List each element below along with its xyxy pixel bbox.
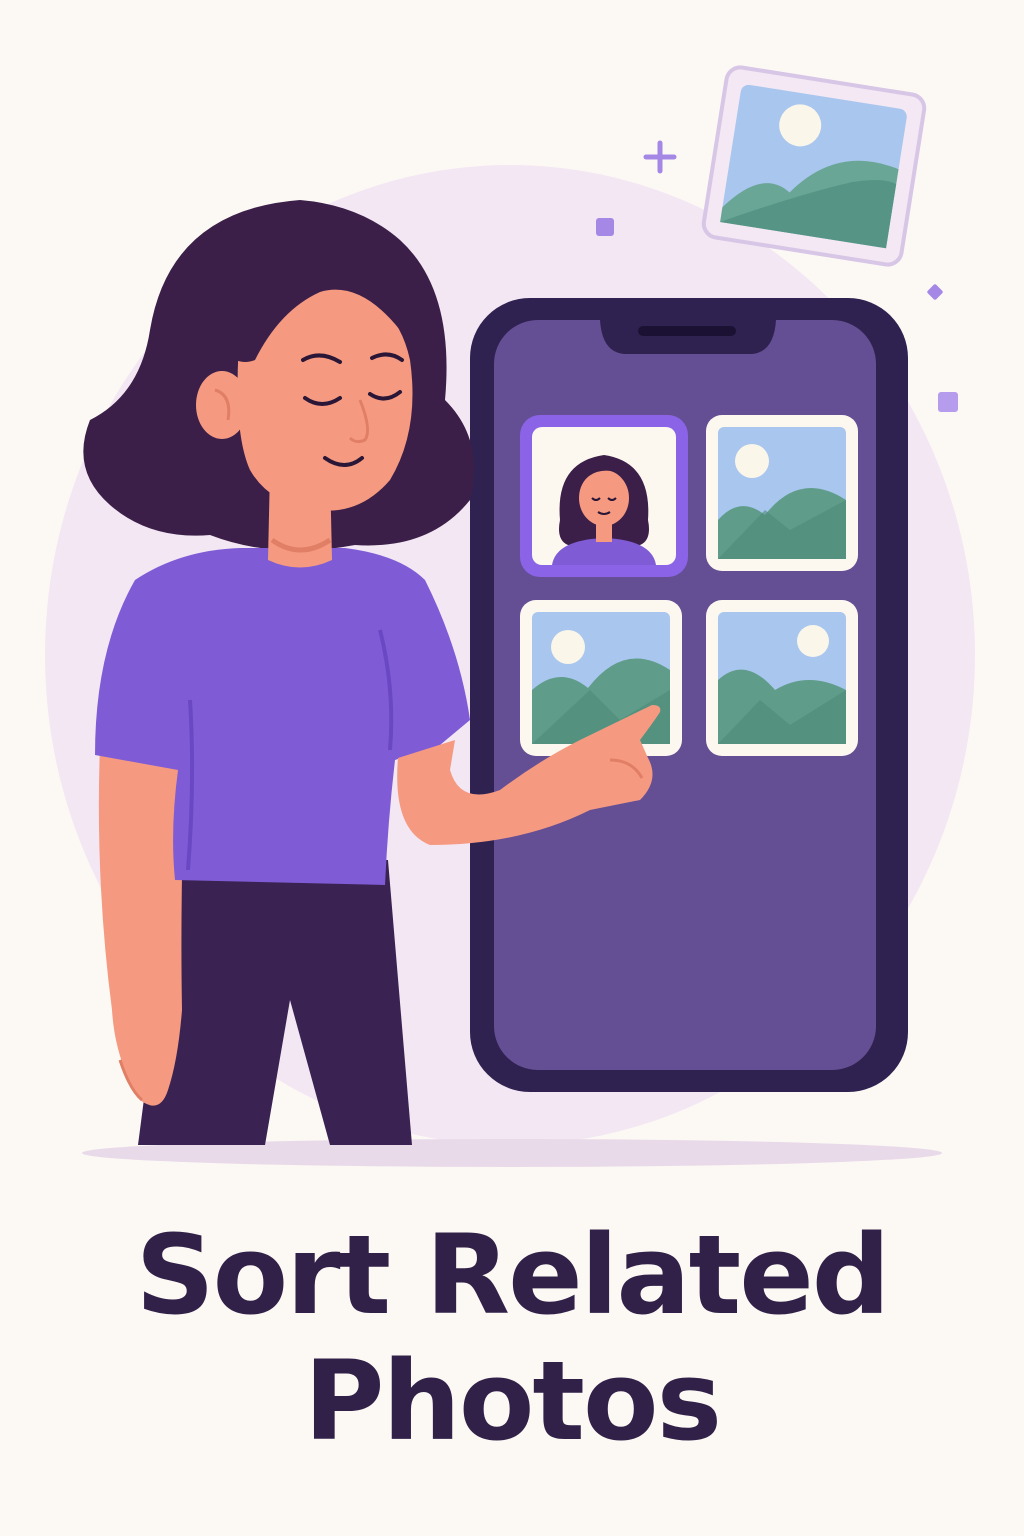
phone-notch — [600, 320, 776, 354]
phone-speaker — [638, 326, 736, 336]
page-title: Sort Related Photos — [0, 1212, 1024, 1464]
left-arm — [98, 745, 185, 1106]
sparkle-plus-icon — [643, 140, 677, 174]
page-title-line-1: Sort Related — [135, 1211, 890, 1339]
photo-thumbnail-icon — [735, 444, 769, 478]
photo-grid-item-selected[interactable] — [520, 415, 688, 577]
page-title-line-2: Photos — [303, 1337, 722, 1465]
photo-thumbnail-icon — [551, 630, 585, 664]
photo-grid-item[interactable] — [706, 600, 858, 756]
photo-thumbnail-icon — [797, 625, 829, 657]
sparkle-square-icon — [596, 218, 614, 236]
phone — [470, 298, 908, 1092]
photo-grid-item[interactable] — [706, 415, 858, 571]
floating-photo-icon — [701, 65, 927, 267]
illustration-page: Sort Related Photos — [0, 0, 1024, 1536]
sparkle-diamond-icon — [927, 284, 943, 300]
illustration — [45, 65, 975, 1167]
sparkle-square-icon — [938, 392, 958, 412]
